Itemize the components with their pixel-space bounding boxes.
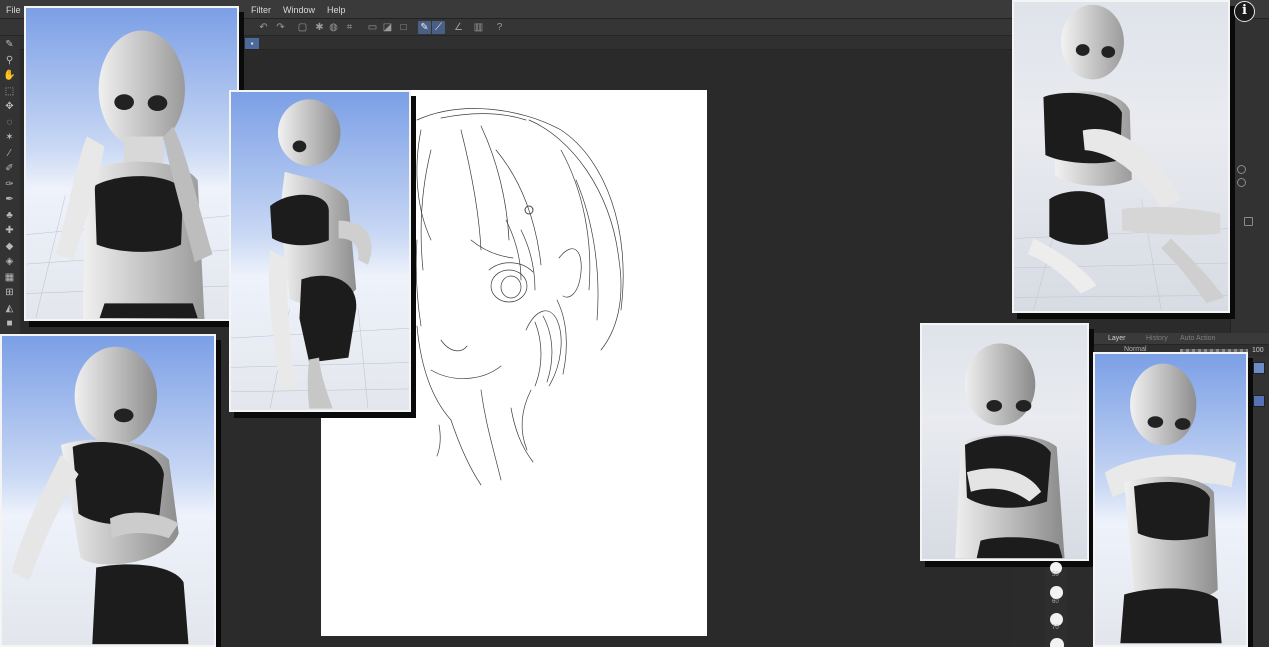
menu-filter[interactable]: Filter — [251, 5, 271, 15]
brush-size-label: 70 — [1052, 625, 1059, 631]
undo-icon[interactable]: ↶ — [257, 21, 270, 34]
text-tool-icon[interactable]: ◭ — [3, 302, 16, 315]
reference-pose-crossed-arms — [920, 323, 1089, 561]
palette-toggle-icon[interactable] — [1237, 165, 1246, 174]
figure-render — [1104, 363, 1237, 644]
layer-thumbnail-2[interactable] — [1253, 395, 1265, 407]
canvas-tab[interactable]: ▪ — [245, 38, 259, 49]
reference-pose-hands-on-face — [24, 6, 239, 321]
magic-wand-icon[interactable]: ✶ — [3, 131, 16, 144]
gradient-tool-icon[interactable]: ▦ — [3, 271, 16, 284]
palette-toggle-icon-2[interactable] — [1237, 178, 1246, 187]
layer-panel-header: Layer History Auto Action — [1094, 333, 1269, 345]
brush-tool-icon[interactable]: ✑ — [3, 178, 16, 191]
figure-render — [26, 30, 237, 319]
frame-tool-icon[interactable]: ⊞ — [3, 286, 16, 299]
menu-window[interactable]: Window — [283, 5, 315, 15]
info-icon[interactable]: i — [1234, 1, 1255, 22]
transform-icon[interactable]: ✱ — [313, 21, 326, 34]
object-tool-icon[interactable]: ⬚ — [3, 85, 16, 98]
deselect-icon[interactable]: □ — [397, 21, 410, 34]
vector-line-icon[interactable]: ⟋ — [432, 21, 445, 34]
zoom-tool-icon[interactable]: ⚲ — [3, 54, 16, 67]
pencil-tool-icon[interactable]: ✐ — [3, 162, 16, 175]
brush-size-dot[interactable] — [1050, 638, 1064, 647]
select-icon[interactable]: ▭ — [366, 21, 379, 34]
brush-size-label: 50 — [1052, 572, 1059, 578]
reference-pose-hands-on-stomach — [0, 334, 216, 647]
decoration-tool-icon[interactable]: ♣ — [3, 209, 16, 222]
figure-render — [955, 343, 1065, 559]
menu-help[interactable]: Help — [327, 5, 346, 15]
blend-tool-icon[interactable]: ◆ — [3, 240, 16, 253]
color-swatch-icon[interactable]: ■ — [3, 317, 16, 330]
redo-icon[interactable]: ↷ — [274, 21, 287, 34]
tab-layer[interactable]: Layer — [1108, 335, 1126, 342]
airbrush-tool-icon[interactable]: ✒ — [3, 193, 16, 206]
snap-icon[interactable]: ▥ — [472, 21, 485, 34]
pen-tool-icon[interactable]: ✎ — [3, 38, 16, 51]
hand-tool-icon[interactable]: ✋ — [3, 69, 16, 82]
invert-selection-icon[interactable]: ◪ — [381, 21, 394, 34]
brush-size-label: 60 — [1052, 599, 1059, 605]
tab-history[interactable]: History — [1146, 335, 1168, 342]
reference-pose-sitting — [1012, 0, 1230, 313]
fill-tool-icon[interactable]: ◈ — [3, 255, 16, 268]
fill-icon[interactable]: ◍ — [327, 21, 340, 34]
layer-thumbnail[interactable] — [1253, 362, 1265, 374]
help-icon[interactable]: ? — [493, 21, 506, 34]
reference-pose-looking-back — [229, 90, 411, 412]
eraser-tool-icon[interactable]: ✚ — [3, 224, 16, 237]
vector-pen-icon[interactable]: ✎ — [418, 21, 431, 34]
opacity-value: 100 — [1252, 347, 1264, 354]
ruler-icon[interactable]: ∠ — [452, 21, 465, 34]
figure-render — [231, 99, 409, 409]
eyedropper-icon[interactable]: ⁄ — [3, 147, 16, 160]
move-tool-icon[interactable]: ✥ — [3, 100, 16, 113]
menu-file[interactable]: File — [6, 5, 21, 15]
brush-size-dot[interactable] — [1050, 586, 1063, 599]
lasso-tool-icon[interactable]: ◌ — [3, 116, 16, 129]
tab-auto-action[interactable]: Auto Action — [1180, 335, 1215, 342]
reference-pose-arms-raised — [1093, 352, 1248, 647]
figure-render — [1014, 4, 1228, 311]
clear-icon[interactable]: ▢ — [296, 21, 309, 34]
tool-palette: ✎ ⚲ ✋ ⬚ ✥ ◌ ✶ ⁄ ✐ ✑ ✒ ♣ ✚ ◆ ◈ ▦ ⊞ ◭ ■ — [0, 36, 20, 336]
panel-menu-icon[interactable] — [1244, 217, 1253, 226]
figure-render — [11, 346, 189, 645]
crop-icon[interactable]: ⌗ — [343, 21, 356, 34]
